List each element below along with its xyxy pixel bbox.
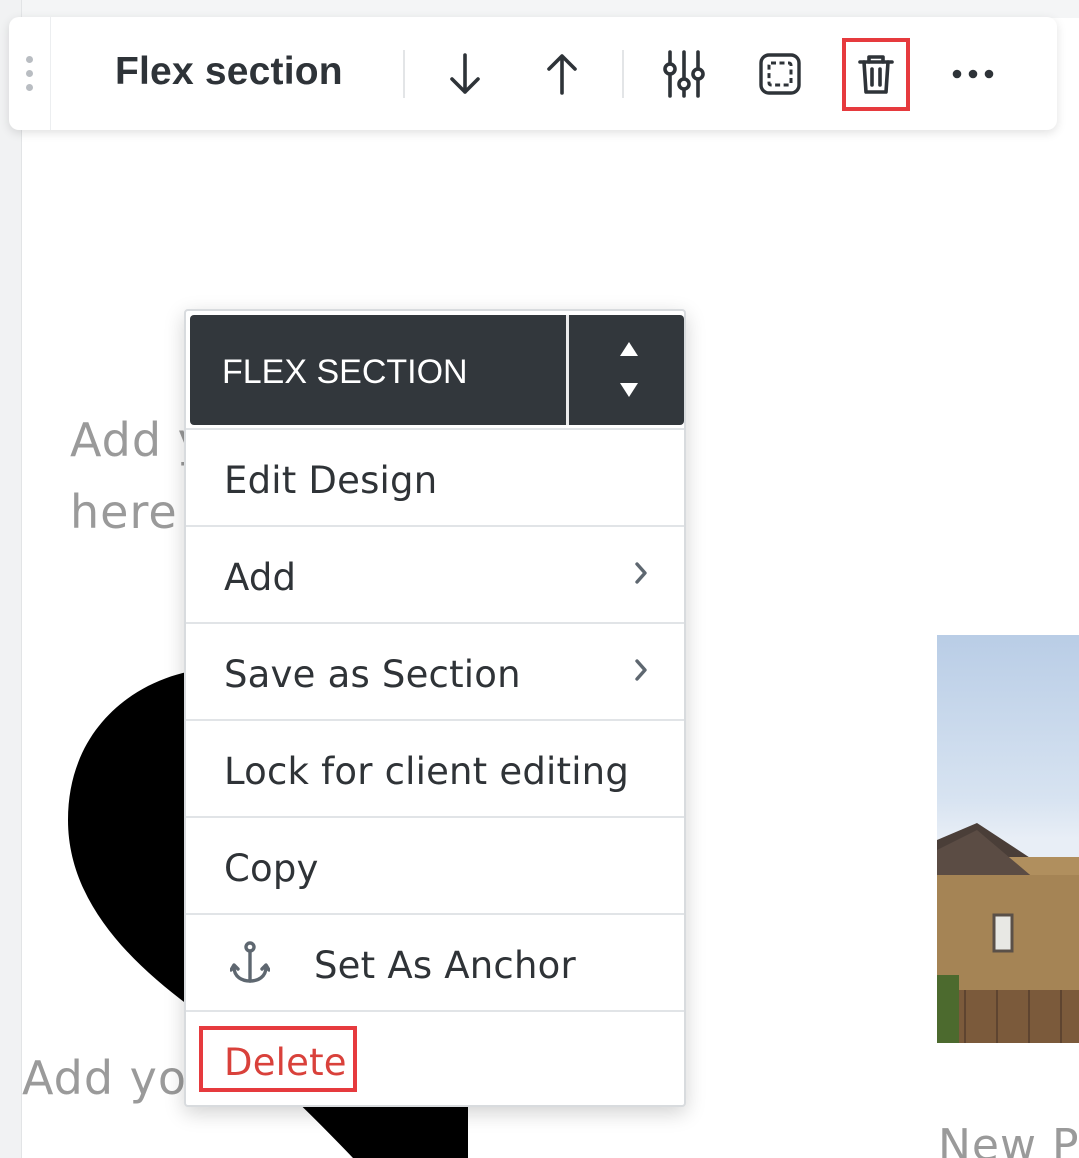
menu-item-label: Edit Design: [224, 459, 438, 502]
section-switcher[interactable]: [570, 315, 684, 425]
section-context-menu: FLEX SECTION Edit Design Add Save as Sec…: [184, 309, 686, 1107]
menu-item-label: Lock for client editing: [224, 750, 630, 793]
sliders-icon: [663, 50, 705, 98]
anchor-icon: [230, 941, 270, 983]
toolbar-title: Flex section: [115, 50, 343, 93]
menu-item-save-as-section[interactable]: Save as Section: [186, 622, 684, 717]
menu-item-label: Add: [224, 556, 297, 599]
move-down-button[interactable]: [436, 44, 494, 104]
arrow-up-icon: [547, 54, 577, 95]
caret-down-icon[interactable]: [619, 382, 639, 398]
placeholder-text-bottom[interactable]: Add yo: [22, 1051, 187, 1105]
top-strip: [0, 0, 1079, 18]
frame-select-icon: [759, 53, 801, 95]
image-caption-text[interactable]: New P: [938, 1120, 1079, 1158]
menu-item-copy[interactable]: Copy: [186, 816, 684, 911]
menu-item-label: Save as Section: [224, 653, 521, 696]
toolbar-divider: [403, 50, 405, 98]
left-panel-edge: [0, 0, 22, 1158]
menu-item-edit-design[interactable]: Edit Design: [186, 428, 684, 523]
chevron-right-icon: [635, 562, 647, 584]
menu-header-divider: [566, 315, 569, 425]
design-settings-button[interactable]: [655, 44, 713, 104]
menu-header: FLEX SECTION: [190, 315, 684, 425]
select-section-button[interactable]: [751, 44, 809, 104]
more-horizontal-icon: [952, 69, 994, 79]
menu-item-add[interactable]: Add: [186, 525, 684, 620]
chevron-right-icon: [635, 659, 647, 681]
menu-item-lock[interactable]: Lock for client editing: [186, 719, 684, 814]
drag-handle-icon[interactable]: [9, 17, 51, 130]
move-up-button[interactable]: [533, 44, 591, 104]
menu-item-label: Set As Anchor: [314, 944, 576, 987]
menu-item-set-as-anchor[interactable]: Set As Anchor: [186, 913, 684, 1008]
menu-header-title: FLEX SECTION: [222, 353, 468, 391]
delete-item-highlight: [199, 1026, 357, 1092]
toolbar-divider: [622, 50, 624, 98]
house-illustration: [937, 823, 1079, 1043]
caret-up-icon[interactable]: [619, 341, 639, 357]
arrow-down-icon: [450, 53, 480, 94]
more-options-button[interactable]: [944, 44, 1002, 104]
placeholder-text[interactable]: here: [70, 485, 178, 539]
section-toolbar: Flex section: [9, 17, 1057, 130]
delete-button-highlight: [842, 38, 910, 111]
menu-item-label: Copy: [224, 847, 319, 890]
house-photo[interactable]: [937, 635, 1079, 1043]
